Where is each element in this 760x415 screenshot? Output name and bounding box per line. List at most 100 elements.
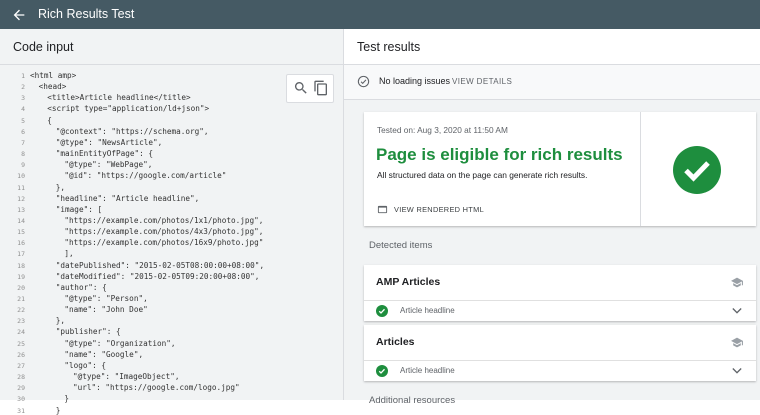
line-number: 19 bbox=[17, 272, 25, 281]
line-number: 18 bbox=[17, 261, 25, 270]
code-input-panel: Code input 1 <html amp> 2 <head> 3 <title>Art… bbox=[0, 29, 344, 415]
code-line: "https://example.com/photos/16x9/photo.j… bbox=[64, 238, 264, 248]
code-line: "@type": "Person", bbox=[64, 294, 148, 303]
detected-items-label: Detected items bbox=[369, 240, 433, 251]
view-details-link[interactable]: VIEW DETAILS bbox=[452, 77, 512, 86]
code-line: } bbox=[55, 405, 61, 415]
line-number: 11 bbox=[17, 183, 25, 192]
card-divider bbox=[640, 112, 641, 226]
line-number: 8 bbox=[21, 150, 25, 159]
line-number: 7 bbox=[21, 138, 25, 147]
search-icon[interactable] bbox=[293, 80, 309, 96]
line-number: 4 bbox=[21, 105, 25, 114]
code-toolbar bbox=[286, 74, 334, 103]
line-number: 10 bbox=[17, 172, 25, 181]
code-line: "headline": "Article headline", bbox=[55, 193, 200, 203]
code-line: "https://example.com/photos/4x3/photo.jp… bbox=[64, 227, 264, 237]
line-number: 13 bbox=[17, 205, 25, 214]
chevron-down-icon[interactable] bbox=[732, 307, 742, 315]
line-number: 31 bbox=[17, 406, 25, 415]
code-line: "dateModified": "2015-02-05T09:20:00+08:… bbox=[55, 271, 260, 281]
detected-item-header[interactable]: Articles bbox=[364, 325, 756, 361]
app-title: Rich Results Test bbox=[38, 7, 135, 21]
detected-item-title: Articles bbox=[376, 336, 415, 348]
line-number: 27 bbox=[17, 361, 25, 370]
code-line: "@type": "NewsArticle", bbox=[55, 137, 163, 147]
line-number: 23 bbox=[17, 317, 25, 326]
tested-on-text: Tested on: Aug 3, 2020 at 11:50 AM bbox=[377, 125, 508, 135]
line-number: 25 bbox=[17, 339, 25, 348]
detected-item-entry[interactable]: Article headline bbox=[400, 366, 455, 375]
code-input-header: Code input bbox=[0, 29, 343, 65]
loading-status-text: No loading issues bbox=[379, 76, 451, 86]
top-app-bar: Rich Results Test bbox=[0, 0, 760, 29]
detected-item-title: AMP Articles bbox=[376, 276, 441, 288]
web-page-icon bbox=[377, 205, 388, 214]
line-number: 17 bbox=[17, 250, 25, 259]
line-number: 28 bbox=[17, 373, 25, 382]
code-line: "@type": "WebPage", bbox=[64, 160, 153, 170]
line-number: 9 bbox=[21, 161, 25, 170]
code-line: ], bbox=[64, 249, 74, 259]
code-input-title: Code input bbox=[13, 40, 74, 54]
chevron-down-icon[interactable] bbox=[732, 367, 742, 375]
line-number: 30 bbox=[17, 395, 25, 404]
line-number: 29 bbox=[17, 384, 25, 393]
code-line: } bbox=[64, 394, 70, 404]
code-line: "datePublished": "2015-02-05T08:00:00+08… bbox=[55, 260, 265, 270]
line-number: 26 bbox=[17, 350, 25, 359]
detected-item-header[interactable]: AMP Articles bbox=[364, 265, 756, 301]
line-number: 15 bbox=[17, 228, 25, 237]
line-number: 3 bbox=[21, 94, 25, 103]
code-line: "author": { bbox=[55, 282, 107, 292]
school-cap-icon[interactable] bbox=[730, 336, 744, 349]
check-circle-icon bbox=[376, 365, 388, 377]
line-number: 22 bbox=[17, 306, 25, 315]
line-number: 21 bbox=[17, 295, 25, 303]
line-number: 16 bbox=[17, 239, 25, 248]
code-line: "name": "John Doe" bbox=[64, 305, 148, 315]
line-number: 20 bbox=[17, 283, 25, 292]
test-results-title: Test results bbox=[357, 40, 421, 54]
code-line: <title>Article headline</title> bbox=[47, 93, 191, 103]
view-rendered-html-button[interactable]: VIEW RENDERED HTML bbox=[394, 205, 484, 214]
code-line: "url": "https://google.com/logo.jpg" bbox=[73, 383, 240, 393]
detected-item-amp-articles: AMP Articles Article headline bbox=[364, 265, 756, 321]
check-circle-icon bbox=[376, 305, 388, 317]
check-circle-icon bbox=[673, 146, 721, 194]
detected-item-articles: Articles Article headline bbox=[364, 325, 756, 381]
back-arrow-icon[interactable] bbox=[11, 7, 27, 23]
code-line: <html amp> bbox=[30, 71, 77, 80]
code-line: }, bbox=[55, 316, 66, 326]
line-number: 5 bbox=[21, 116, 25, 125]
code-line: "@type": "ImageObject", bbox=[73, 372, 180, 382]
detected-item-entry[interactable]: Article headline bbox=[400, 306, 455, 315]
code-line: "@type": "Organization", bbox=[64, 338, 176, 348]
code-line: <head> bbox=[38, 82, 67, 92]
eligibility-description: All structured data on the page can gene… bbox=[377, 170, 588, 180]
line-number: 24 bbox=[17, 328, 25, 337]
code-line: "mainEntityOfPage": { bbox=[55, 149, 153, 159]
school-cap-icon[interactable] bbox=[730, 276, 744, 289]
test-results-header: Test results bbox=[344, 29, 760, 65]
eligibility-headline: Page is eligible for rich results bbox=[376, 145, 623, 164]
code-line: "image": [ bbox=[55, 204, 103, 214]
code-line: "name": "Google", bbox=[64, 349, 144, 359]
line-number: 2 bbox=[21, 83, 25, 92]
check-circle-outline-icon bbox=[357, 75, 370, 88]
code-line: "publisher": { bbox=[55, 327, 121, 337]
code-line: { bbox=[47, 115, 52, 125]
loading-status-row: No loading issues VIEW DETAILS bbox=[344, 65, 760, 100]
line-number: 14 bbox=[17, 216, 25, 225]
eligibility-card: Tested on: Aug 3, 2020 at 11:50 AM Page … bbox=[364, 112, 756, 226]
line-number: 1 bbox=[21, 72, 25, 80]
code-line: "@id": "https://google.com/article" bbox=[64, 171, 227, 181]
code-line: }, bbox=[55, 182, 66, 192]
code-line: "logo": { bbox=[64, 360, 107, 370]
additional-resources-label: Additional resources bbox=[369, 395, 456, 406]
code-line: "@context": "https://schema.org", bbox=[55, 126, 209, 136]
line-number: 12 bbox=[17, 194, 25, 203]
copy-icon[interactable] bbox=[313, 80, 329, 96]
test-results-panel: Test results No loading issues VIEW DETA… bbox=[344, 29, 760, 406]
line-number: 6 bbox=[21, 127, 25, 136]
